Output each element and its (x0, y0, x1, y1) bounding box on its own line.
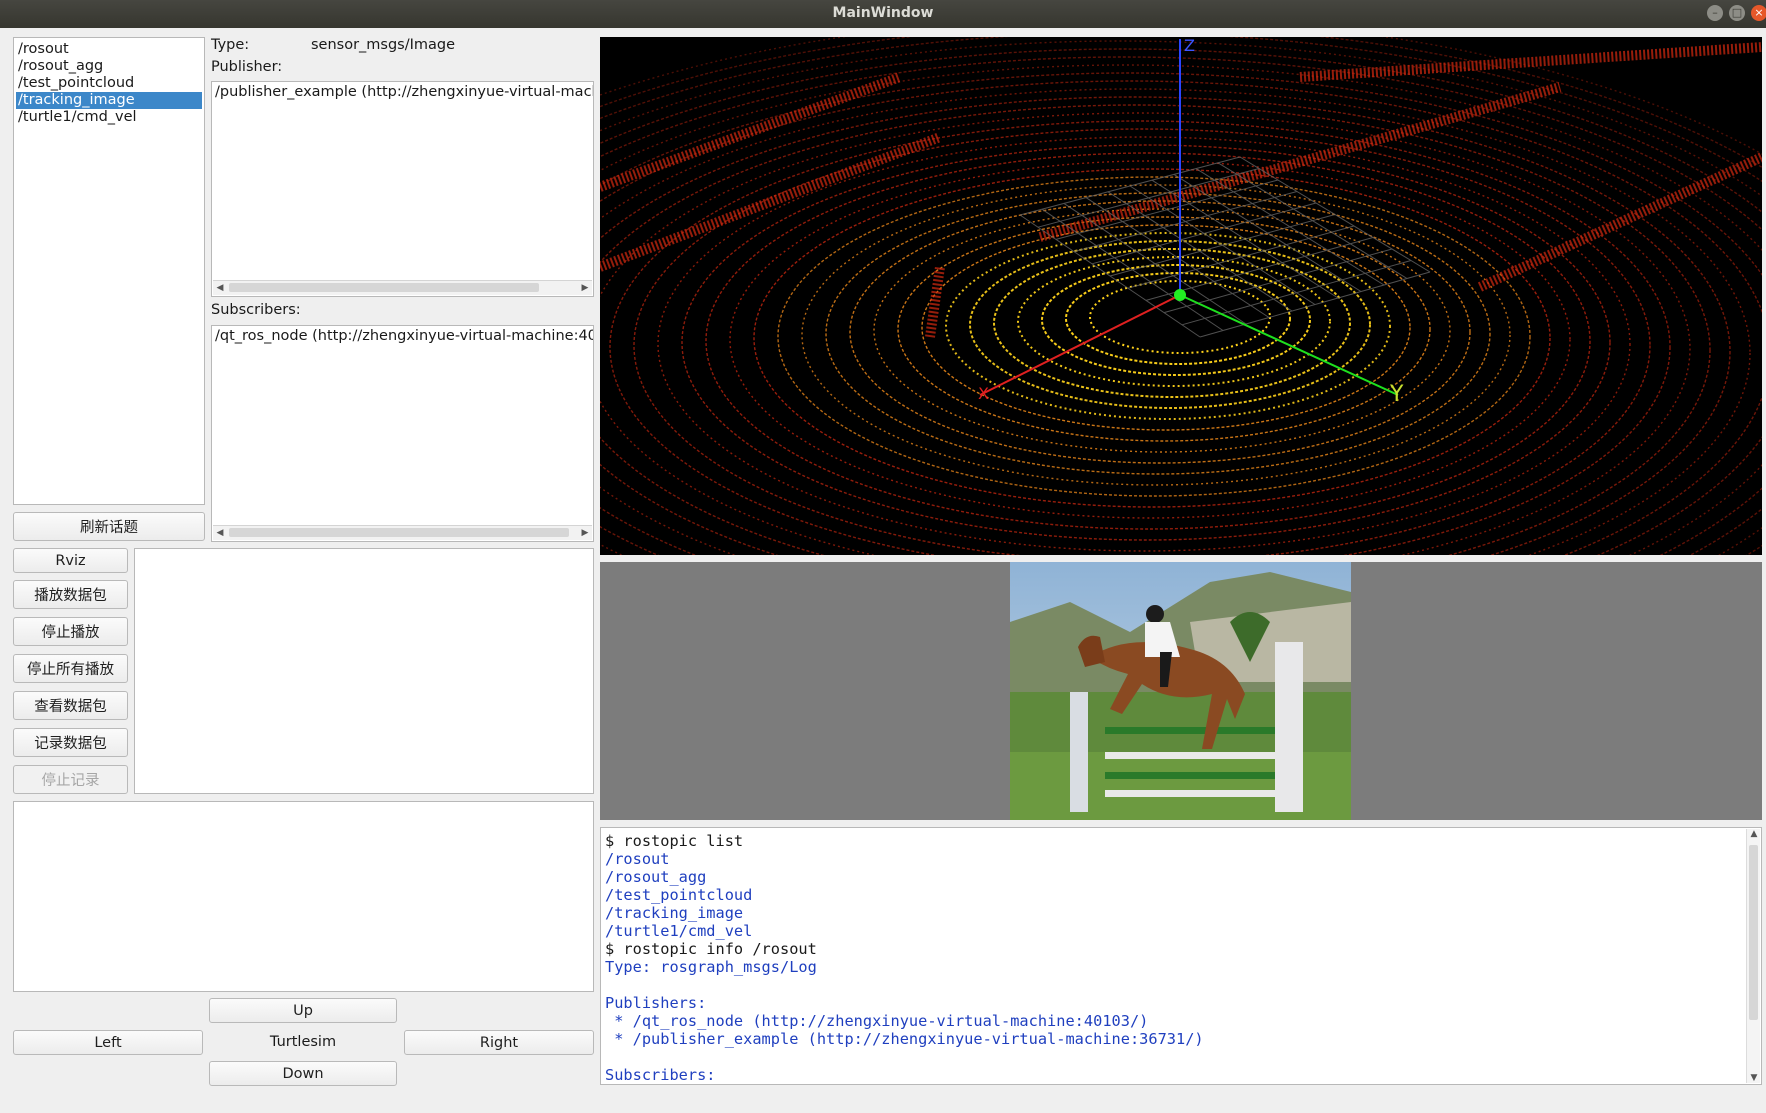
tracking-image (1010, 562, 1351, 820)
scan-ring (600, 96, 1731, 555)
terminal-line: Type: rosgraph_msgs/Log (605, 958, 817, 976)
subscribers-list[interactable]: /qt_ros_node (http://zhengxinyue-virtual… (211, 325, 594, 542)
turtlesim-label: Turtlesim (269, 1034, 337, 1050)
y-axis-label: Y (1389, 382, 1404, 407)
stop-play-button[interactable]: 停止播放 (13, 617, 128, 646)
refresh-topics-button[interactable]: 刷新话题 (13, 512, 205, 541)
pointcloud-wall (1477, 152, 1762, 292)
publisher-horizontal-scrollbar[interactable]: ◀ ▶ (213, 280, 592, 295)
title-bar: MainWindow – □ × (0, 0, 1766, 28)
subscriber-entry[interactable]: /qt_ros_node (http://zhengxinyue-virtual… (215, 328, 593, 344)
y-axis-line (1179, 294, 1399, 396)
topic-list-item[interactable]: /rosout_agg (16, 58, 202, 75)
x-axis-line (979, 294, 1181, 396)
minimize-icon[interactable]: – (1707, 5, 1723, 21)
terminal-line: /rosout_agg (605, 868, 707, 886)
topic-list-item[interactable]: /test_pointcloud (16, 75, 202, 92)
scroll-down-icon[interactable]: ▼ (1747, 1073, 1761, 1083)
topic-list[interactable]: /rosout/rosout_agg/test_pointcloud/track… (13, 37, 205, 505)
terminal-line: $ rostopic list (605, 832, 744, 850)
close-icon[interactable]: × (1751, 5, 1766, 21)
terminal-line: * /qt_ros_node (http://zhengxinyue-virtu… (605, 1012, 1149, 1030)
grid-line (1199, 271, 1431, 338)
terminal-line: $ rostopic info /rosout (605, 940, 817, 958)
scan-ring (600, 112, 1691, 555)
terminal-line: /rosout (605, 850, 670, 868)
grid-line (1109, 214, 1336, 277)
bag-info-panel[interactable] (134, 548, 594, 794)
rviz-button[interactable]: Rviz (13, 548, 128, 573)
topic-list-item[interactable]: /rosout (16, 41, 202, 58)
subscribers-horizontal-scrollbar[interactable]: ◀ ▶ (213, 525, 592, 540)
log-output-panel[interactable] (13, 801, 594, 992)
scan-ring (873, 208, 1451, 453)
terminal-output[interactable]: $ rostopic list/rosout/rosout_agg/test_p… (600, 827, 1762, 1085)
stop-record-button: 停止记录 (13, 765, 128, 794)
scroll-right-icon[interactable]: ▶ (578, 281, 592, 295)
topic-list-item[interactable]: /tracking_image (16, 92, 202, 109)
grid-line (1127, 225, 1355, 289)
terminal-vertical-scrollbar[interactable]: ▲ ▼ (1746, 829, 1760, 1083)
scroll-right-icon[interactable]: ▶ (578, 526, 592, 540)
origin-marker (1174, 289, 1186, 301)
pointcloud-canvas[interactable]: Z Y X (600, 37, 1762, 555)
scan-ring (600, 104, 1711, 555)
z-axis-label: Z (1184, 37, 1195, 55)
scan-ring (777, 176, 1531, 497)
scan-ring (609, 120, 1671, 555)
window-title: MainWindow (832, 5, 934, 21)
pointcloud-wall (925, 266, 945, 338)
terminal-line: Subscribers: (605, 1066, 716, 1084)
terminal-text: $ rostopic list/rosout/rosout_agg/test_p… (605, 832, 1204, 1084)
scroll-left-icon[interactable]: ◀ (213, 526, 227, 540)
pointcloud-wall (1299, 42, 1762, 82)
scan-ring (969, 240, 1371, 409)
terminal-line: /tracking_image (605, 904, 744, 922)
scan-ring (945, 232, 1391, 420)
topic-list-item[interactable]: /turtle1/cmd_vel (16, 109, 202, 126)
play-bag-button[interactable]: 播放数据包 (13, 580, 128, 609)
left-button[interactable]: Left (13, 1030, 203, 1055)
publisher-list[interactable]: /publisher_example (http://zhengxinyue-v… (211, 81, 594, 297)
terminal-line: /test_pointcloud (605, 886, 753, 904)
scan-ring (681, 144, 1611, 541)
type-value: sensor_msgs/Image (311, 37, 456, 53)
scroll-up-icon[interactable]: ▲ (1747, 829, 1761, 839)
publisher-entry[interactable]: /publisher_example (http://zhengxinyue-v… (215, 84, 593, 100)
view-bag-button[interactable]: 查看数据包 (13, 691, 128, 720)
terminal-line: Publishers: (605, 994, 707, 1012)
scroll-left-icon[interactable]: ◀ (213, 281, 227, 295)
publisher-label: Publisher: (211, 59, 283, 75)
record-bag-button[interactable]: 记录数据包 (13, 728, 128, 757)
subscribers-label: Subscribers: (211, 302, 301, 318)
x-axis-label: X (978, 384, 989, 403)
scan-ring (825, 192, 1491, 475)
type-label: Type: (211, 37, 250, 53)
down-button[interactable]: Down (209, 1061, 397, 1086)
maximize-icon[interactable]: □ (1729, 5, 1745, 21)
scan-ring (753, 168, 1551, 508)
scrollbar-thumb[interactable] (1749, 845, 1758, 1020)
rviz-pointcloud-view[interactable]: Z Y X (600, 37, 1762, 555)
stop-all-play-button[interactable]: 停止所有播放 (13, 654, 128, 683)
tracking-image-panel (600, 562, 1762, 820)
scrollbar-thumb[interactable] (229, 528, 569, 537)
terminal-line: /turtle1/cmd_vel (605, 922, 753, 940)
terminal-line: * /publisher_example (http://zhengxinyue… (605, 1030, 1204, 1048)
scrollbar-thumb[interactable] (229, 283, 539, 292)
right-button[interactable]: Right (404, 1030, 594, 1055)
up-button[interactable]: Up (209, 998, 397, 1023)
